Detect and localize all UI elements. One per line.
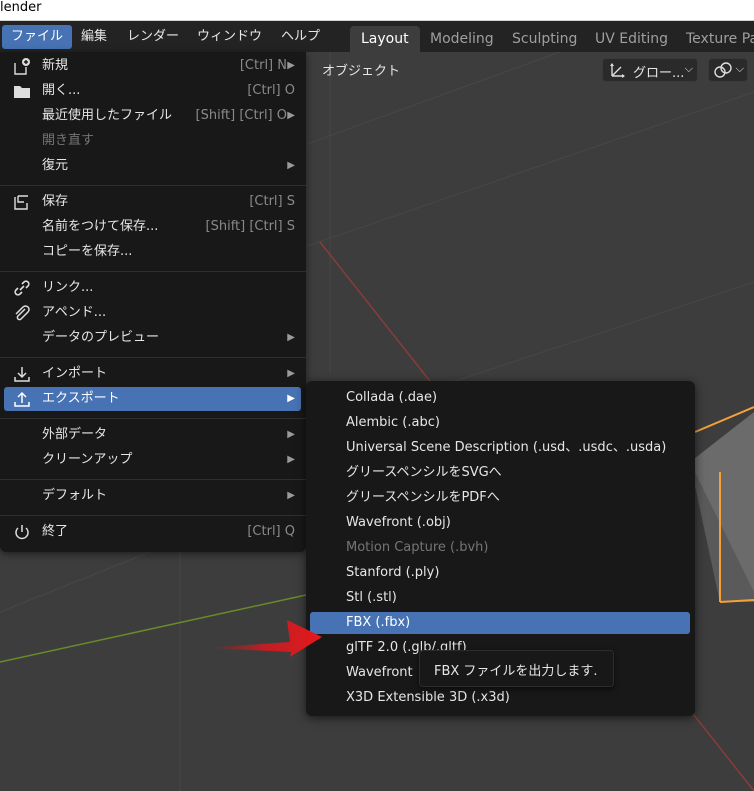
- menu-render[interactable]: レンダー: [118, 25, 188, 49]
- menu-item-recover[interactable]: 復元 ▶: [4, 154, 301, 178]
- menu-item-revert: 開き直す: [42, 133, 95, 148]
- file-menu-dropdown: 新規 [Ctrl] N ▶ 開く... [Ctrl] O 最近使用したファイル …: [0, 52, 306, 552]
- menu-edit[interactable]: 編集: [72, 25, 116, 49]
- menu-divider: [0, 515, 306, 516]
- red-arrow-annotation: [205, 620, 322, 657]
- export-icon: [12, 390, 32, 408]
- menu-item-recent-files[interactable]: 最近使用したファイル [Shift] [Ctrl] O ▶: [4, 104, 301, 128]
- submenu-arrow-icon: ▶: [287, 160, 295, 171]
- submenu-arrow-icon: ▶: [287, 393, 295, 404]
- tab-modeling[interactable]: Modeling: [419, 26, 505, 52]
- export-item-fbx[interactable]: FBX (.fbx): [310, 612, 690, 634]
- new-file-icon: [12, 57, 32, 75]
- menu-item-external-data[interactable]: 外部データ ▶: [4, 423, 301, 447]
- paperclip-icon: [12, 304, 32, 322]
- link-icon: [12, 279, 32, 297]
- submenu-arrow-icon: ▶: [287, 60, 295, 71]
- pivot-dropdown[interactable]: ⌵: [708, 58, 748, 82]
- chevron-down-icon: ⌵: [735, 62, 744, 75]
- menu-help[interactable]: ヘルプ: [272, 25, 329, 49]
- menu-item-save-copy[interactable]: コピーを保存...: [4, 240, 301, 264]
- menu-item-link[interactable]: リンク...: [4, 276, 301, 300]
- menu-item-open[interactable]: 開く... [Ctrl] O: [4, 79, 301, 103]
- tab-sculpting[interactable]: Sculpting: [501, 26, 588, 52]
- submenu-arrow-icon: ▶: [287, 110, 295, 121]
- export-item-alembic[interactable]: Alembic (.abc): [310, 412, 690, 434]
- tooltip-text: FBX ファイルを出力します.: [434, 664, 598, 679]
- submenu-arrow-icon: ▶: [287, 429, 295, 440]
- object-menu[interactable]: オブジェクト: [322, 60, 400, 79]
- power-icon: [12, 523, 32, 541]
- menu-item-append[interactable]: アペンド...: [4, 301, 301, 325]
- menu-item-export[interactable]: エクスポート ▶: [4, 387, 301, 411]
- submenu-arrow-icon: ▶: [287, 454, 295, 465]
- tab-layout[interactable]: Layout: [350, 26, 420, 52]
- export-item-grease-pencil-pdf[interactable]: グリースペンシルをPDFへ: [310, 487, 690, 509]
- menu-divider: [0, 271, 306, 272]
- folder-icon: [12, 82, 32, 100]
- export-item-grease-pencil-svg[interactable]: グリースペンシルをSVGへ: [310, 462, 690, 484]
- menu-divider: [0, 479, 306, 480]
- submenu-arrow-icon: ▶: [287, 332, 295, 343]
- export-item-stanford-ply[interactable]: Stanford (.ply): [310, 562, 690, 584]
- transform-orientation-label: グロー...: [633, 66, 685, 81]
- menu-item-clean-up[interactable]: クリーンアップ ▶: [4, 448, 301, 472]
- window-title: lender: [0, 0, 42, 15]
- export-item-x3d[interactable]: X3D Extensible 3D (.x3d): [310, 687, 690, 709]
- menu-item-data-preview[interactable]: データのプレビュー ▶: [4, 326, 301, 350]
- menu-divider: [0, 357, 306, 358]
- export-item-stl[interactable]: Stl (.stl): [310, 587, 690, 609]
- window-title-bar: lender: [0, 0, 754, 21]
- transform-orientation-dropdown[interactable]: グロー... ⌵: [602, 58, 698, 82]
- viewport-header: オブジェクト グロー... ⌵ ⌵: [306, 52, 754, 88]
- menu-item-import[interactable]: インポート ▶: [4, 362, 301, 386]
- tab-texture-paint[interactable]: Texture Pa: [675, 26, 754, 52]
- submenu-arrow-icon: ▶: [287, 368, 295, 379]
- menu-file[interactable]: ファイル: [2, 25, 73, 49]
- menu-divider: [0, 185, 306, 186]
- menu-divider: [0, 418, 306, 419]
- menu-item-defaults[interactable]: デフォルト ▶: [4, 484, 301, 508]
- import-icon: [12, 365, 32, 383]
- menu-item-new[interactable]: 新規 [Ctrl] N ▶: [4, 54, 301, 78]
- top-menu-bar: ファイル 編集 レンダー ウィンドウ ヘルプ Layout Modeling S…: [0, 21, 754, 52]
- transform-axes-icon: [609, 61, 627, 83]
- menu-item-save[interactable]: 保存 [Ctrl] S: [4, 190, 301, 214]
- export-item-motion-capture: Motion Capture (.bvh): [346, 540, 489, 555]
- submenu-arrow-icon: ▶: [287, 490, 295, 501]
- tab-uv-editing[interactable]: UV Editing: [584, 26, 679, 52]
- export-item-wavefront-obj[interactable]: Wavefront (.obj): [310, 512, 690, 534]
- menu-item-quit[interactable]: 終了 [Ctrl] Q: [4, 520, 301, 544]
- export-item-usd[interactable]: Universal Scene Description (.usd、.usdc、…: [310, 437, 690, 459]
- menu-item-save-as[interactable]: 名前をつけて保存... [Shift] [Ctrl] S: [4, 215, 301, 239]
- link-rings-icon: [713, 61, 733, 83]
- chevron-down-icon: ⌵: [684, 62, 693, 75]
- export-item-collada[interactable]: Collada (.dae): [310, 387, 690, 409]
- save-icon: [12, 193, 32, 211]
- menu-window[interactable]: ウィンドウ: [188, 25, 271, 49]
- fbx-tooltip: FBX ファイルを出力します.: [419, 650, 614, 687]
